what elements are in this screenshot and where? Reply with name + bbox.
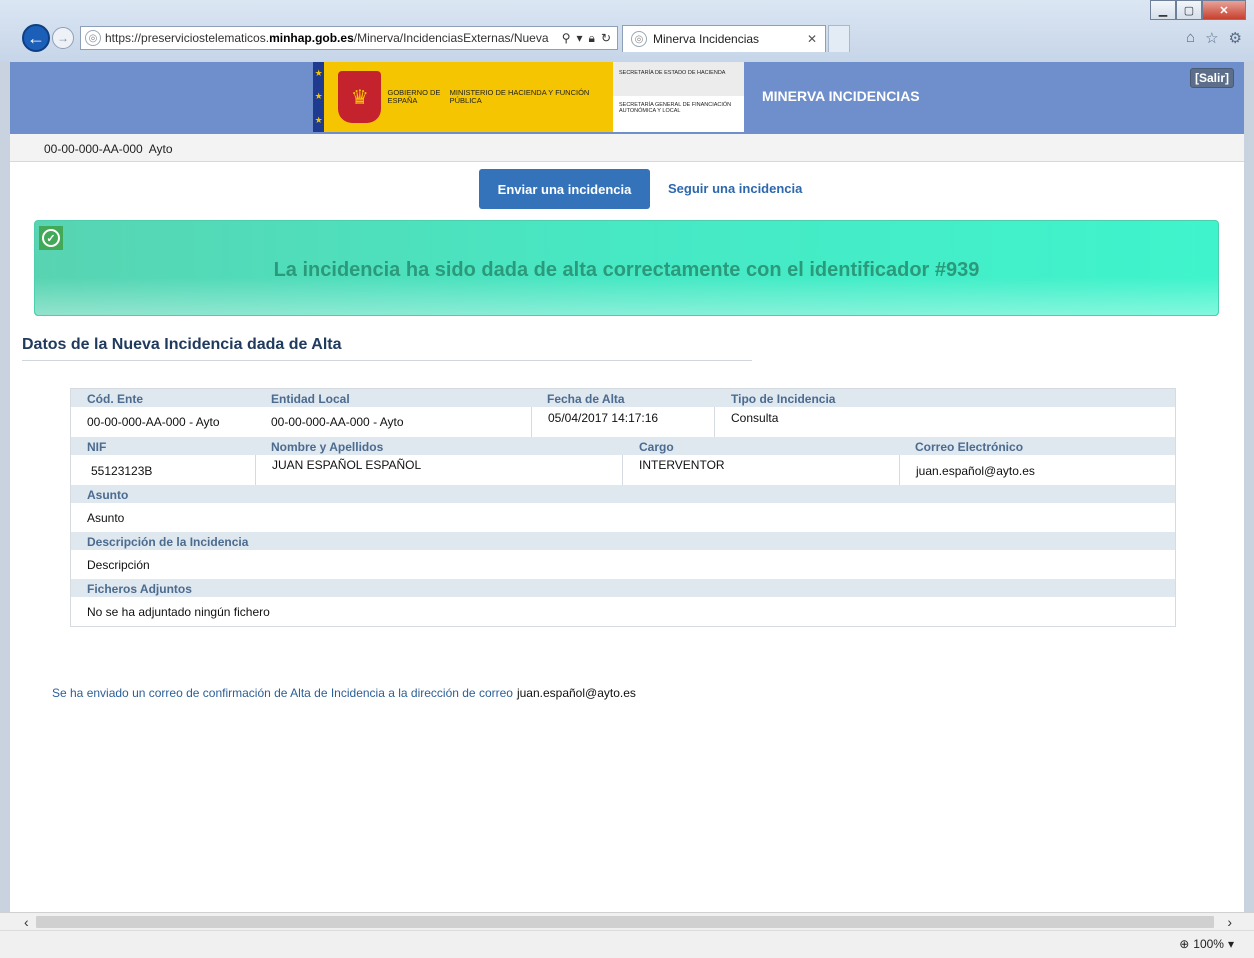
coat-of-arms-icon: ♛	[338, 71, 382, 123]
ministerio-label: MINISTERIO DE HACIENDA Y FUNCIÓN PÚBLICA	[449, 88, 590, 105]
follow-incidence-link[interactable]: Seguir una incidencia	[668, 181, 802, 196]
logout-button[interactable]: [Salir]	[1189, 68, 1234, 88]
check-circle-icon: ✓	[39, 226, 63, 250]
new-tab-button[interactable]	[828, 25, 850, 52]
header-nif: NIF	[87, 440, 107, 454]
header-cargo: Cargo	[639, 440, 674, 454]
close-window-button[interactable]: ✕	[1202, 0, 1246, 20]
eu-flag-icon: ★ ★ ★	[313, 62, 325, 132]
user-bar: 00-00-000-AA-000 Ayto	[10, 134, 1244, 162]
scroll-left-icon[interactable]: ‹	[24, 914, 29, 930]
header-cod-ente: Cód. Ente	[87, 392, 143, 406]
star-icon[interactable]: ☆	[1205, 29, 1218, 47]
secretaria-estado-label: SECRETARÍA DE ESTADO DE HACIENDA	[613, 62, 744, 96]
forward-button[interactable]: →	[52, 27, 74, 49]
user-code: 00-00-000-AA-000	[44, 142, 143, 156]
descripcion-value: Descripción	[87, 558, 150, 572]
success-message: La incidencia ha sido dada de alta corre…	[273, 259, 980, 281]
cargo-value: INTERVENTOR	[639, 458, 725, 472]
government-logo: ★ ★ ★ ♛ GOBIERNO DE ESPAÑA MINISTERIO DE H…	[313, 62, 613, 132]
header-fecha-alta: Fecha de Alta	[547, 392, 625, 406]
tipo-value: Consulta	[731, 411, 779, 425]
ficheros-value: No se ha adjuntado ningún fichero	[87, 605, 270, 619]
confirmation-text: Se ha enviado un correo de confirmación …	[52, 686, 513, 700]
header-ficheros: Ficheros Adjuntos	[87, 582, 192, 596]
table-row: 55123123B JUAN ESPAÑOL ESPAÑOL INTERVENT…	[71, 455, 1175, 485]
scroll-right-icon[interactable]: ›	[1227, 914, 1232, 930]
tab-site-icon: ◎	[631, 31, 647, 47]
arrow-right-icon: →	[57, 31, 69, 45]
fecha-alta-value: 05/04/2017 14:17:16	[531, 407, 715, 437]
horizontal-scrollbar[interactable]: ‹ ›	[0, 912, 1254, 930]
status-bar: ⊕ 100% ▾	[0, 930, 1254, 958]
lock-icon[interactable]: 🔒︎	[589, 31, 595, 46]
header-entidad-local: Entidad Local	[271, 392, 350, 406]
entidad-local-value: 00-00-000-AA-000 - Ayto	[271, 415, 404, 429]
table-header-row: Descripción de la Incidencia	[71, 532, 1175, 550]
refresh-icon[interactable]: ↻	[601, 31, 611, 46]
window-controls: ▁ ▢ ✕	[1150, 0, 1246, 20]
nif-value: 55123123B	[91, 464, 153, 478]
header-descripcion: Descripción de la Incidencia	[87, 535, 249, 549]
table-header-row: Cód. Ente Entidad Local Fecha de Alta Ti…	[71, 389, 1175, 407]
user-name: Ayto	[148, 142, 173, 156]
table-header-row: Asunto	[71, 485, 1175, 503]
gear-icon[interactable]: ⚙	[1229, 29, 1242, 47]
table-header-row: Ficheros Adjuntos	[71, 579, 1175, 597]
actions-bar: Enviar una incidencia Seguir una inciden…	[10, 162, 1244, 218]
page-viewport: ★ ★ ★ ♛ GOBIERNO DE ESPAÑA MINISTERIO DE H…	[10, 62, 1244, 912]
section-title: Datos de la Nueva Incidencia dada de Alt…	[22, 336, 752, 361]
nombre-value: JUAN ESPAÑOL ESPAÑOL	[255, 455, 623, 485]
table-row: Descripción	[71, 550, 1175, 579]
app-title: MINERVA INCIDENCIAS	[762, 88, 920, 104]
header-nombre: Nombre y Apellidos	[271, 440, 384, 454]
header-asunto: Asunto	[87, 488, 129, 502]
site-icon: ◎	[85, 30, 101, 46]
secretaria-general-label: SECRETARÍA GENERAL DE FINANCIACIÓN AUTON…	[619, 102, 732, 115]
confirmation-email: juan.español@ayto.es	[516, 686, 636, 700]
secretaria-block: SECRETARÍA DE ESTADO DE HACIENDA SECRETA…	[613, 62, 744, 132]
header-correo: Correo Electrónico	[915, 440, 1024, 454]
gobierno-label: GOBIERNO DE ESPAÑA	[387, 88, 441, 105]
browser-chrome: ▁ ▢ ✕ ← → ◎ https://preserviciostelemati…	[0, 0, 1254, 62]
success-alert: ✓ La incidencia ha sido dada de alta cor…	[34, 220, 1219, 316]
back-button[interactable]: ←	[22, 24, 50, 52]
browser-tab[interactable]: ◎ Minerva Incidencias ✕	[622, 25, 826, 52]
close-tab-icon[interactable]: ✕	[807, 32, 817, 46]
site-header: ★ ★ ★ ♛ GOBIERNO DE ESPAÑA MINISTERIO DE H…	[10, 62, 1244, 134]
chevron-down-icon: ▾	[1227, 937, 1234, 951]
tab-title: Minerva Incidencias	[653, 32, 760, 46]
dropdown-icon[interactable]: ▾	[577, 31, 583, 46]
header-tipo: Tipo de Incidencia	[731, 392, 836, 406]
zoom-control[interactable]: ⊕ 100% ▾	[1179, 937, 1234, 951]
zoom-icon: ⊕	[1179, 937, 1190, 951]
correo-value: juan.español@ayto.es	[899, 455, 1175, 485]
incidence-data-table: Cód. Ente Entidad Local Fecha de Alta Ti…	[70, 388, 1176, 627]
url-text: https://preserviciostelematicos.minhap.g…	[105, 31, 549, 45]
home-icon[interactable]: ⌂	[1186, 29, 1195, 47]
search-icon[interactable]: ⚲	[562, 31, 571, 46]
minimize-button[interactable]: ▁	[1150, 0, 1176, 20]
table-row: Asunto	[71, 503, 1175, 532]
zoom-level: 100%	[1193, 937, 1224, 951]
send-incidence-button[interactable]: Enviar una incidencia	[479, 169, 650, 209]
scrollbar-thumb[interactable]	[36, 916, 1214, 928]
arrow-left-icon: ←	[27, 27, 45, 48]
table-header-row: NIF Nombre y Apellidos Cargo Correo Elec…	[71, 437, 1175, 455]
confirmation-message: Se ha enviado un correo de confirmación …	[52, 686, 636, 700]
maximize-button[interactable]: ▢	[1176, 0, 1202, 20]
table-row: No se ha adjuntado ningún fichero	[71, 597, 1175, 626]
table-row: 00-00-000-AA-000 - Ayto 00-00-000-AA-000…	[71, 407, 1175, 437]
asunto-value: Asunto	[87, 511, 125, 525]
cod-ente-value: 00-00-000-AA-000 - Ayto	[87, 415, 220, 429]
address-bar[interactable]: ◎ https://preserviciostelematicos.minhap…	[80, 26, 618, 50]
